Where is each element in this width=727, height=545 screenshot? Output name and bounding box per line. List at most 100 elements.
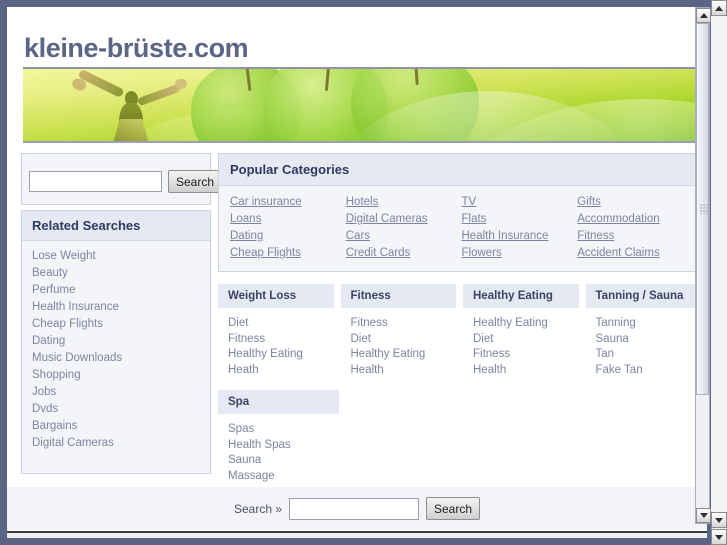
related-search-item[interactable]: Dvds <box>22 400 210 417</box>
popular-category-link[interactable]: Loans <box>230 211 342 228</box>
browser-frame: kleine-brüste.com Search Related Searche… <box>0 0 727 545</box>
category-item[interactable]: Heath <box>218 363 334 379</box>
category-item[interactable]: Diet <box>341 332 457 348</box>
triangle-down-icon <box>699 513 708 518</box>
footer-text: www.Kleine-Brüste.com: <box>553 537 667 539</box>
popular-categories-heading: Popular Categories <box>219 154 700 186</box>
triangle-down-icon <box>715 534 723 540</box>
window-scroll-down-button-secondary[interactable] <box>711 529 727 545</box>
category-heading: Weight Loss <box>218 284 334 308</box>
related-search-item[interactable]: Bargains <box>22 417 210 434</box>
hero-banner-image <box>23 67 701 143</box>
category-blocks-grid: Weight Loss Diet Fitness Healthy Eating Heat… <box>218 284 701 378</box>
main-content: Popular Categories Car insurance Loans Dat… <box>218 153 701 484</box>
popular-category-column: Car insurance Loans Dating Cheap Flights <box>230 194 342 262</box>
sidebar-search-panel: Search <box>21 153 223 205</box>
page-viewport: kleine-brüste.com Search Related Searche… <box>7 7 707 538</box>
search-button[interactable]: Search <box>168 170 223 193</box>
category-block: Healthy Eating Healthy Eating Diet Fitness H… <box>463 284 579 378</box>
category-item[interactable]: Fitness <box>218 332 334 348</box>
sidebar: Search Related Searches Lose Weight Beaut… <box>21 153 223 474</box>
category-heading: Healthy Eating <box>463 284 579 308</box>
category-item[interactable]: Sauna <box>218 453 339 469</box>
popular-category-link[interactable]: Health Insurance <box>462 228 574 245</box>
related-search-item[interactable]: Music Downloads <box>22 349 210 366</box>
popular-category-link[interactable]: Cheap Flights <box>230 245 342 262</box>
popular-category-link[interactable]: Fitness <box>577 228 689 245</box>
related-search-item[interactable]: Digital Cameras <box>22 434 210 451</box>
bottom-search-input[interactable] <box>289 497 419 520</box>
category-item[interactable]: Tanning <box>586 316 702 332</box>
triangle-up-icon <box>715 5 723 11</box>
search-input[interactable] <box>29 171 162 192</box>
category-heading: Tanning / Sauna <box>585 284 701 308</box>
popular-category-link[interactable]: Hotels <box>346 194 458 211</box>
category-item[interactable]: Healthy Eating <box>463 316 579 332</box>
bottom-search-bar: Search » Search <box>7 486 707 530</box>
category-item[interactable]: Fake Tan <box>586 363 702 379</box>
related-search-item[interactable]: Cheap Flights <box>22 315 210 332</box>
category-item[interactable]: Health <box>463 363 579 379</box>
category-item[interactable]: Spas <box>218 422 339 438</box>
popular-category-link[interactable]: Credit Cards <box>346 245 458 262</box>
category-item[interactable]: Healthy Eating <box>341 347 457 363</box>
bottom-search-button[interactable]: Search <box>426 497 481 520</box>
category-list: Spas Health Spas Sauna Massage <box>218 414 339 484</box>
related-search-item[interactable]: Lose Weight <box>22 247 210 264</box>
category-item[interactable]: Tan <box>586 347 702 363</box>
category-block: Weight Loss Diet Fitness Healthy Eating Heat… <box>218 284 334 378</box>
category-item[interactable]: Diet <box>463 332 579 348</box>
popular-category-column: Hotels Digital Cameras Cars Credit Cards <box>346 194 458 262</box>
popular-category-link[interactable]: Cars <box>346 228 458 245</box>
window-scrollbar-track[interactable] <box>711 16 727 512</box>
related-search-item[interactable]: Beauty <box>22 264 210 281</box>
scrollbar-grip-icon <box>700 204 708 214</box>
category-list: Diet Fitness Healthy Eating Heath <box>218 308 334 378</box>
popular-category-link[interactable]: Dating <box>230 228 342 245</box>
category-item[interactable]: Diet <box>218 316 334 332</box>
popular-category-link[interactable]: Accident Claims <box>577 245 689 262</box>
related-search-item[interactable]: Jobs <box>22 383 210 400</box>
window-scroll-up-button[interactable] <box>711 0 727 16</box>
related-searches-heading: Related Searches <box>22 211 210 241</box>
popular-category-link[interactable]: Car insurance <box>230 194 342 211</box>
category-list: Fitness Diet Healthy Eating Health <box>341 308 457 378</box>
popular-category-link[interactable]: Digital Cameras <box>346 211 458 228</box>
category-block: Fitness Fitness Diet Healthy Eating Health <box>340 284 457 378</box>
category-item[interactable]: Health Spas <box>218 438 339 454</box>
related-search-item[interactable]: Health Insurance <box>22 298 210 315</box>
category-item[interactable]: Healthy Eating <box>218 347 334 363</box>
triangle-up-icon <box>699 13 708 18</box>
category-item[interactable]: Massage <box>218 469 339 485</box>
scroll-down-button[interactable] <box>696 508 711 523</box>
footer-bar: www.Kleine-Brüste.com: Home <box>7 531 707 538</box>
category-heading: Fitness <box>340 284 456 308</box>
banner-figure-silhouette <box>70 69 206 141</box>
popular-category-link[interactable]: Flats <box>462 211 574 228</box>
window-scroll-down-button[interactable] <box>711 512 727 528</box>
popular-category-column: Gifts Accommodation Fitness Accident Claims <box>577 194 689 262</box>
scroll-up-button[interactable] <box>696 8 711 23</box>
popular-categories-panel: Popular Categories Car insurance Loans Dat… <box>218 153 701 272</box>
popular-category-link[interactable]: Gifts <box>577 194 689 211</box>
category-item[interactable]: Sauna <box>586 332 702 348</box>
popular-categories-grid: Car insurance Loans Dating Cheap Flights Hot… <box>219 186 700 271</box>
window-scrollbar[interactable] <box>711 0 727 545</box>
footer-home-link[interactable]: Home <box>672 537 700 539</box>
popular-category-link[interactable]: Flowers <box>462 245 574 262</box>
banner-arc-right <box>443 99 701 141</box>
page-title: kleine-brüste.com <box>24 33 249 63</box>
popular-category-link[interactable]: TV <box>462 194 574 211</box>
page-scrollbar[interactable] <box>695 7 711 524</box>
scrollbar-thumb[interactable] <box>696 23 709 395</box>
category-item[interactable]: Fitness <box>341 316 457 332</box>
figure-hand-right <box>173 77 189 91</box>
related-search-item[interactable]: Shopping <box>22 366 210 383</box>
category-item[interactable]: Health <box>341 363 457 379</box>
triangle-down-icon <box>715 517 723 523</box>
related-search-item[interactable]: Perfume <box>22 281 210 298</box>
popular-category-link[interactable]: Accommodation <box>577 211 689 228</box>
related-search-item[interactable]: Dating <box>22 332 210 349</box>
popular-category-column: TV Flats Health Insurance Flowers <box>462 194 574 262</box>
category-item[interactable]: Fitness <box>463 347 579 363</box>
